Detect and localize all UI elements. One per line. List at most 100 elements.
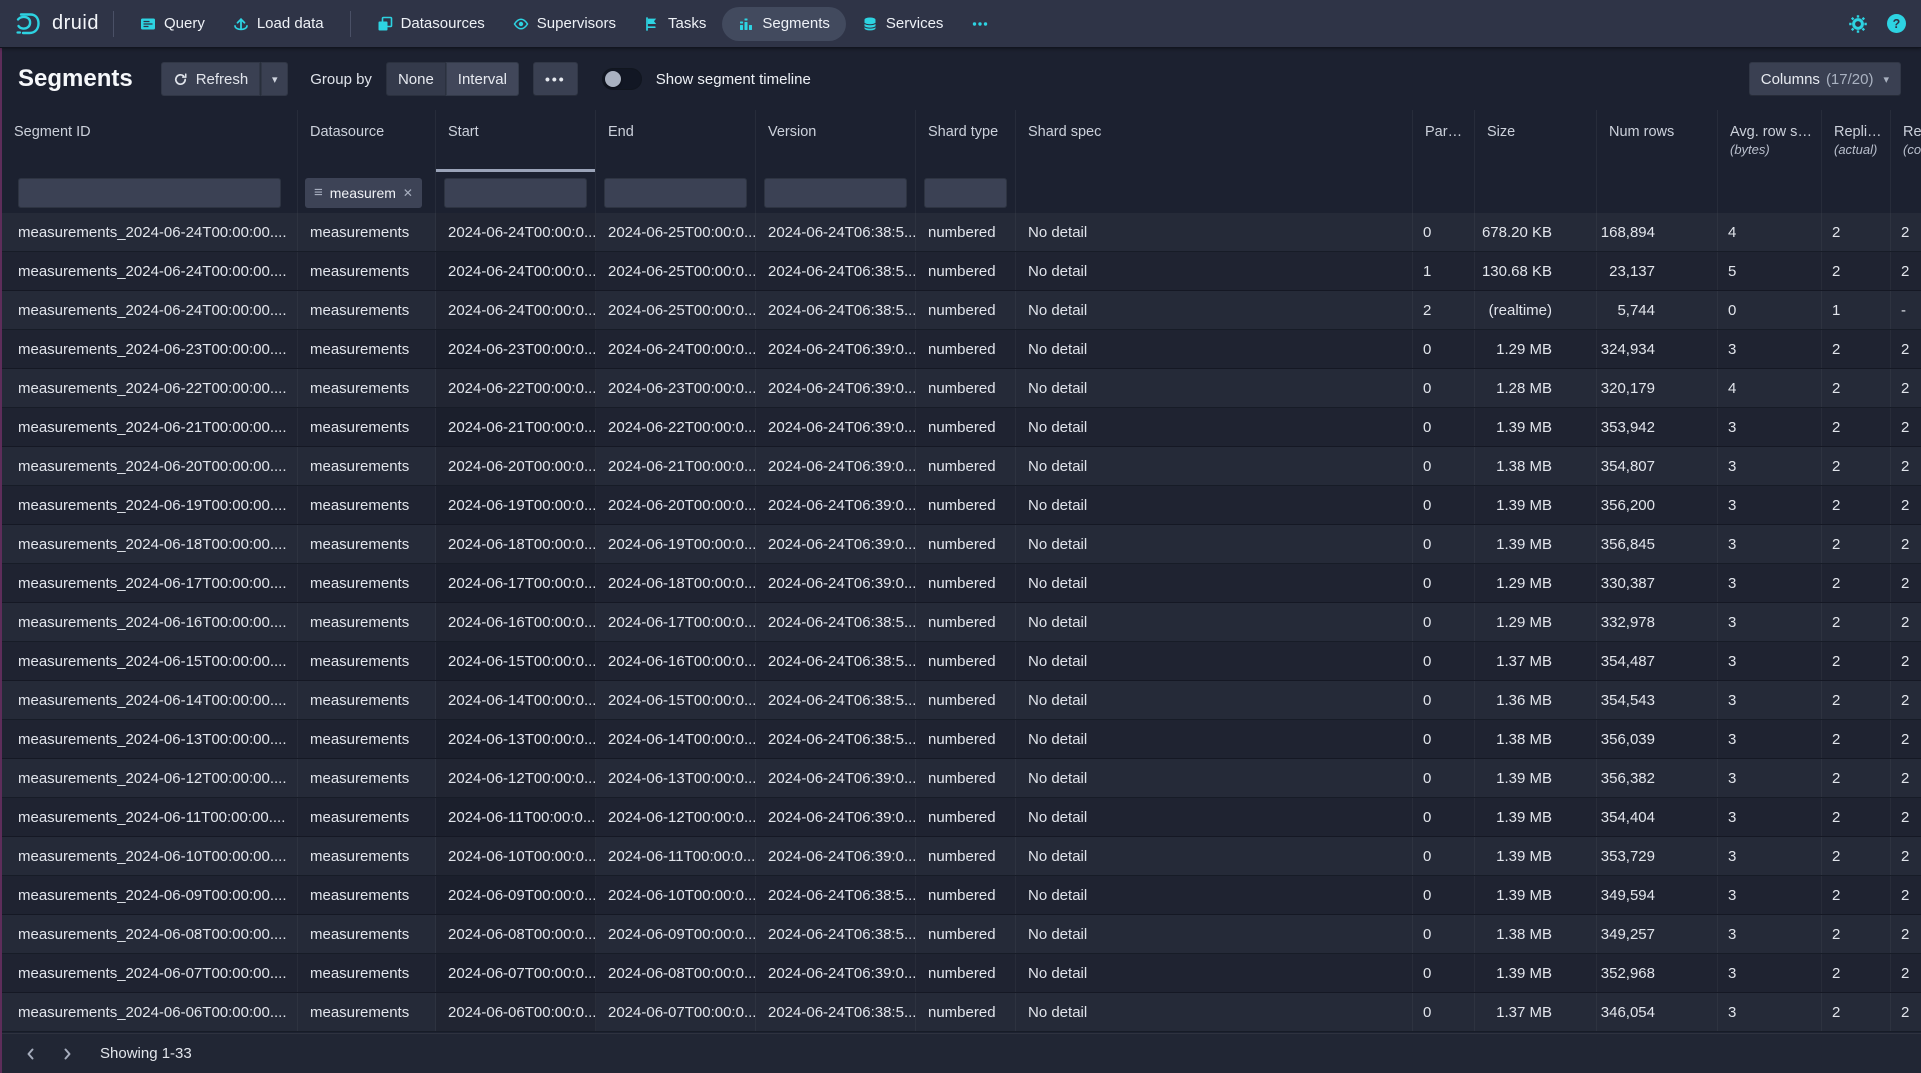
segment-row[interactable]: measurements_2024-06-18T00:00:00....meas…	[2, 525, 1921, 564]
cell-num_rows[interactable]: 5,744	[1597, 291, 1718, 329]
cell-id[interactable]: measurements_2024-06-15T00:00:00....	[2, 642, 298, 680]
cell-start[interactable]: 2024-06-15T00:00:0...	[436, 642, 596, 680]
segment-row[interactable]: measurements_2024-06-12T00:00:00....meas…	[2, 759, 1921, 798]
cell-avg_row_size[interactable]: 4	[1718, 369, 1822, 407]
segment-row[interactable]: measurements_2024-06-24T00:00:00....meas…	[2, 252, 1921, 291]
cell-partition[interactable]: 0	[1413, 408, 1475, 446]
cell-start[interactable]: 2024-06-17T00:00:0...	[436, 564, 596, 602]
cell-size[interactable]: 1.39 MB	[1475, 798, 1597, 836]
cell-datasource[interactable]: measurements	[298, 252, 436, 290]
group-by-interval-button[interactable]: Interval	[446, 62, 519, 96]
cell-id[interactable]: measurements_2024-06-20T00:00:00....	[2, 447, 298, 485]
segment-row[interactable]: measurements_2024-06-23T00:00:00....meas…	[2, 330, 1921, 369]
cell-avg_row_size[interactable]: 3	[1718, 837, 1822, 875]
cell-num_rows[interactable]: 354,807	[1597, 447, 1718, 485]
cell-start[interactable]: 2024-06-12T00:00:0...	[436, 759, 596, 797]
cell-replicas[interactable]: 2	[1822, 369, 1891, 407]
cell-shard_type[interactable]: numbered	[916, 876, 1016, 914]
cell-id[interactable]: measurements_2024-06-18T00:00:00....	[2, 525, 298, 563]
cell-repl_factor[interactable]: 2	[1891, 447, 1921, 485]
cell-repl_factor[interactable]: 2	[1891, 330, 1921, 368]
cell-shard_spec[interactable]: No detail	[1016, 642, 1413, 680]
cell-shard_type[interactable]: numbered	[916, 642, 1016, 680]
cell-shard_spec[interactable]: No detail	[1016, 330, 1413, 368]
cell-start[interactable]: 2024-06-22T00:00:0...	[436, 369, 596, 407]
refresh-button[interactable]: Refresh	[161, 62, 261, 96]
segment-row[interactable]: measurements_2024-06-13T00:00:00....meas…	[2, 720, 1921, 759]
cell-id[interactable]: measurements_2024-06-06T00:00:00....	[2, 993, 298, 1031]
segment-row[interactable]: measurements_2024-06-21T00:00:00....meas…	[2, 408, 1921, 447]
cell-datasource[interactable]: measurements	[298, 408, 436, 446]
cell-partition[interactable]: 0	[1413, 798, 1475, 836]
cell-size[interactable]: 1.39 MB	[1475, 408, 1597, 446]
cell-size[interactable]: 1.38 MB	[1475, 915, 1597, 953]
cell-avg_row_size[interactable]: 3	[1718, 915, 1822, 953]
cell-avg_row_size[interactable]: 3	[1718, 798, 1822, 836]
cell-avg_row_size[interactable]: 3	[1718, 720, 1822, 758]
cell-num_rows[interactable]: 353,942	[1597, 408, 1718, 446]
filter-input-id[interactable]	[18, 178, 281, 208]
segment-row[interactable]: measurements_2024-06-06T00:00:00....meas…	[2, 993, 1921, 1032]
cell-partition[interactable]: 0	[1413, 369, 1475, 407]
cell-repl_factor[interactable]: 2	[1891, 837, 1921, 875]
filter-input-end[interactable]	[604, 178, 747, 208]
cell-datasource[interactable]: measurements	[298, 642, 436, 680]
cell-num_rows[interactable]: 356,382	[1597, 759, 1718, 797]
cell-datasource[interactable]: measurements	[298, 798, 436, 836]
column-header-replicas[interactable]: Replicas(actual)	[1822, 110, 1891, 172]
cell-datasource[interactable]: measurements	[298, 291, 436, 329]
cell-shard_type[interactable]: numbered	[916, 837, 1016, 875]
cell-repl_factor[interactable]: 2	[1891, 564, 1921, 602]
cell-replicas[interactable]: 2	[1822, 408, 1891, 446]
cell-partition[interactable]: 0	[1413, 759, 1475, 797]
cell-partition[interactable]: 0	[1413, 837, 1475, 875]
cell-size[interactable]: 130.68 KB	[1475, 252, 1597, 290]
cell-num_rows[interactable]: 346,054	[1597, 993, 1718, 1031]
cell-replicas[interactable]: 2	[1822, 252, 1891, 290]
cell-version[interactable]: 2024-06-24T06:39:0...	[756, 798, 916, 836]
cell-partition[interactable]: 0	[1413, 330, 1475, 368]
cell-id[interactable]: measurements_2024-06-22T00:00:00....	[2, 369, 298, 407]
cell-start[interactable]: 2024-06-07T00:00:0...	[436, 954, 596, 992]
cell-version[interactable]: 2024-06-24T06:39:0...	[756, 447, 916, 485]
cell-replicas[interactable]: 1	[1822, 291, 1891, 329]
cell-num_rows[interactable]: 23,137	[1597, 252, 1718, 290]
cell-size[interactable]: 1.38 MB	[1475, 447, 1597, 485]
cell-partition[interactable]: 0	[1413, 525, 1475, 563]
cell-partition[interactable]: 0	[1413, 447, 1475, 485]
cell-avg_row_size[interactable]: 3	[1718, 408, 1822, 446]
cell-id[interactable]: measurements_2024-06-13T00:00:00....	[2, 720, 298, 758]
cell-repl_factor[interactable]: 2	[1891, 798, 1921, 836]
more-options-button[interactable]: •••	[533, 62, 578, 96]
cell-end[interactable]: 2024-06-11T00:00:0...	[596, 837, 756, 875]
cell-replicas[interactable]: 2	[1822, 876, 1891, 914]
cell-start[interactable]: 2024-06-11T00:00:0...	[436, 798, 596, 836]
segment-row[interactable]: measurements_2024-06-10T00:00:00....meas…	[2, 837, 1921, 876]
cell-repl_factor[interactable]: 2	[1891, 876, 1921, 914]
cell-shard_spec[interactable]: No detail	[1016, 525, 1413, 563]
cell-shard_type[interactable]: numbered	[916, 369, 1016, 407]
column-header-shard_type[interactable]: Shard type	[916, 110, 1016, 172]
cell-shard_type[interactable]: numbered	[916, 681, 1016, 719]
cell-start[interactable]: 2024-06-10T00:00:0...	[436, 837, 596, 875]
cell-partition[interactable]: 0	[1413, 954, 1475, 992]
column-header-repl_factor[interactable]: Replication factor(configured)	[1891, 110, 1921, 172]
cell-end[interactable]: 2024-06-22T00:00:0...	[596, 408, 756, 446]
column-header-start[interactable]: Start	[436, 110, 596, 172]
cell-size[interactable]: 1.38 MB	[1475, 720, 1597, 758]
cell-shard_type[interactable]: numbered	[916, 291, 1016, 329]
cell-replicas[interactable]: 2	[1822, 993, 1891, 1031]
cell-replicas[interactable]: 2	[1822, 525, 1891, 563]
cell-shard_spec[interactable]: No detail	[1016, 837, 1413, 875]
cell-end[interactable]: 2024-06-08T00:00:0...	[596, 954, 756, 992]
cell-end[interactable]: 2024-06-09T00:00:0...	[596, 915, 756, 953]
cell-size[interactable]: 1.39 MB	[1475, 837, 1597, 875]
cell-size[interactable]: 678.20 KB	[1475, 213, 1597, 251]
cell-size[interactable]: 1.39 MB	[1475, 876, 1597, 914]
nav-item-query[interactable]: Query	[128, 7, 217, 41]
cell-avg_row_size[interactable]: 3	[1718, 993, 1822, 1031]
cell-datasource[interactable]: measurements	[298, 486, 436, 524]
cell-datasource[interactable]: measurements	[298, 603, 436, 641]
cell-version[interactable]: 2024-06-24T06:38:5...	[756, 915, 916, 953]
cell-end[interactable]: 2024-06-10T00:00:0...	[596, 876, 756, 914]
